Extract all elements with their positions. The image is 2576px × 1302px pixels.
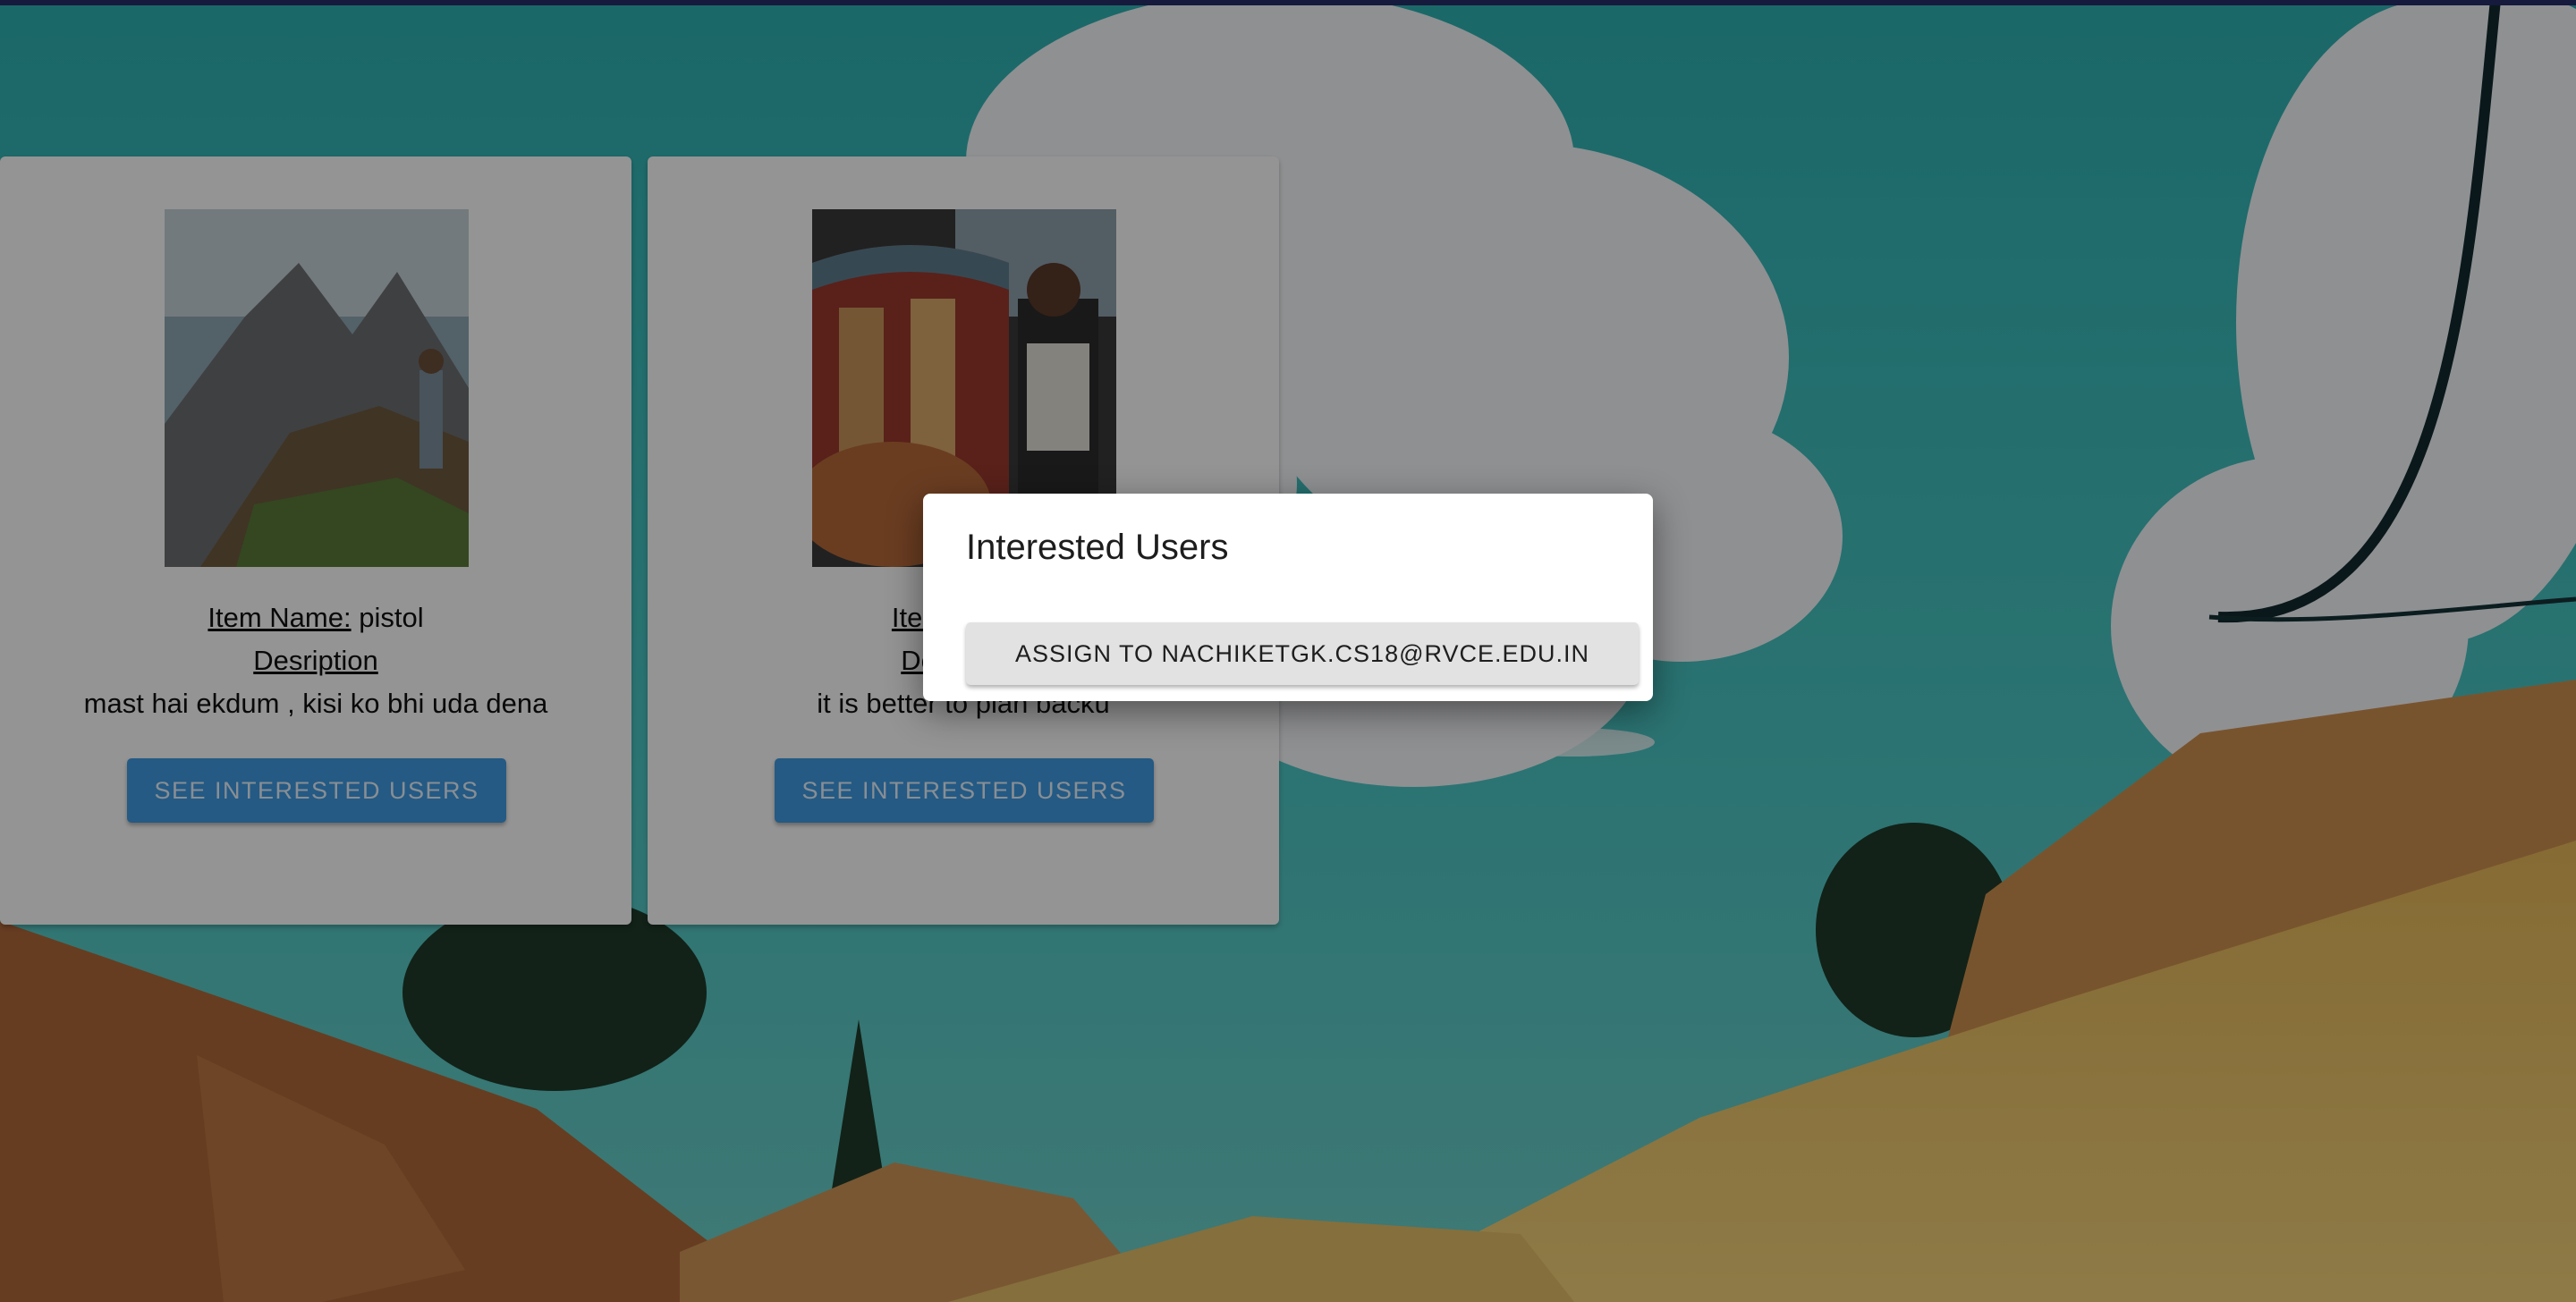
interested-users-dialog: Interested Users ASSIGN TO NACHIKETGK.CS… xyxy=(923,494,1653,701)
dialog-title: Interested Users xyxy=(966,528,1229,567)
assign-user-button[interactable]: ASSIGN TO NACHIKETGK.CS18@RVCE.EDU.IN xyxy=(966,622,1639,685)
app-root: Item Name: pistol Desription mast hai ek… xyxy=(0,0,2576,1302)
